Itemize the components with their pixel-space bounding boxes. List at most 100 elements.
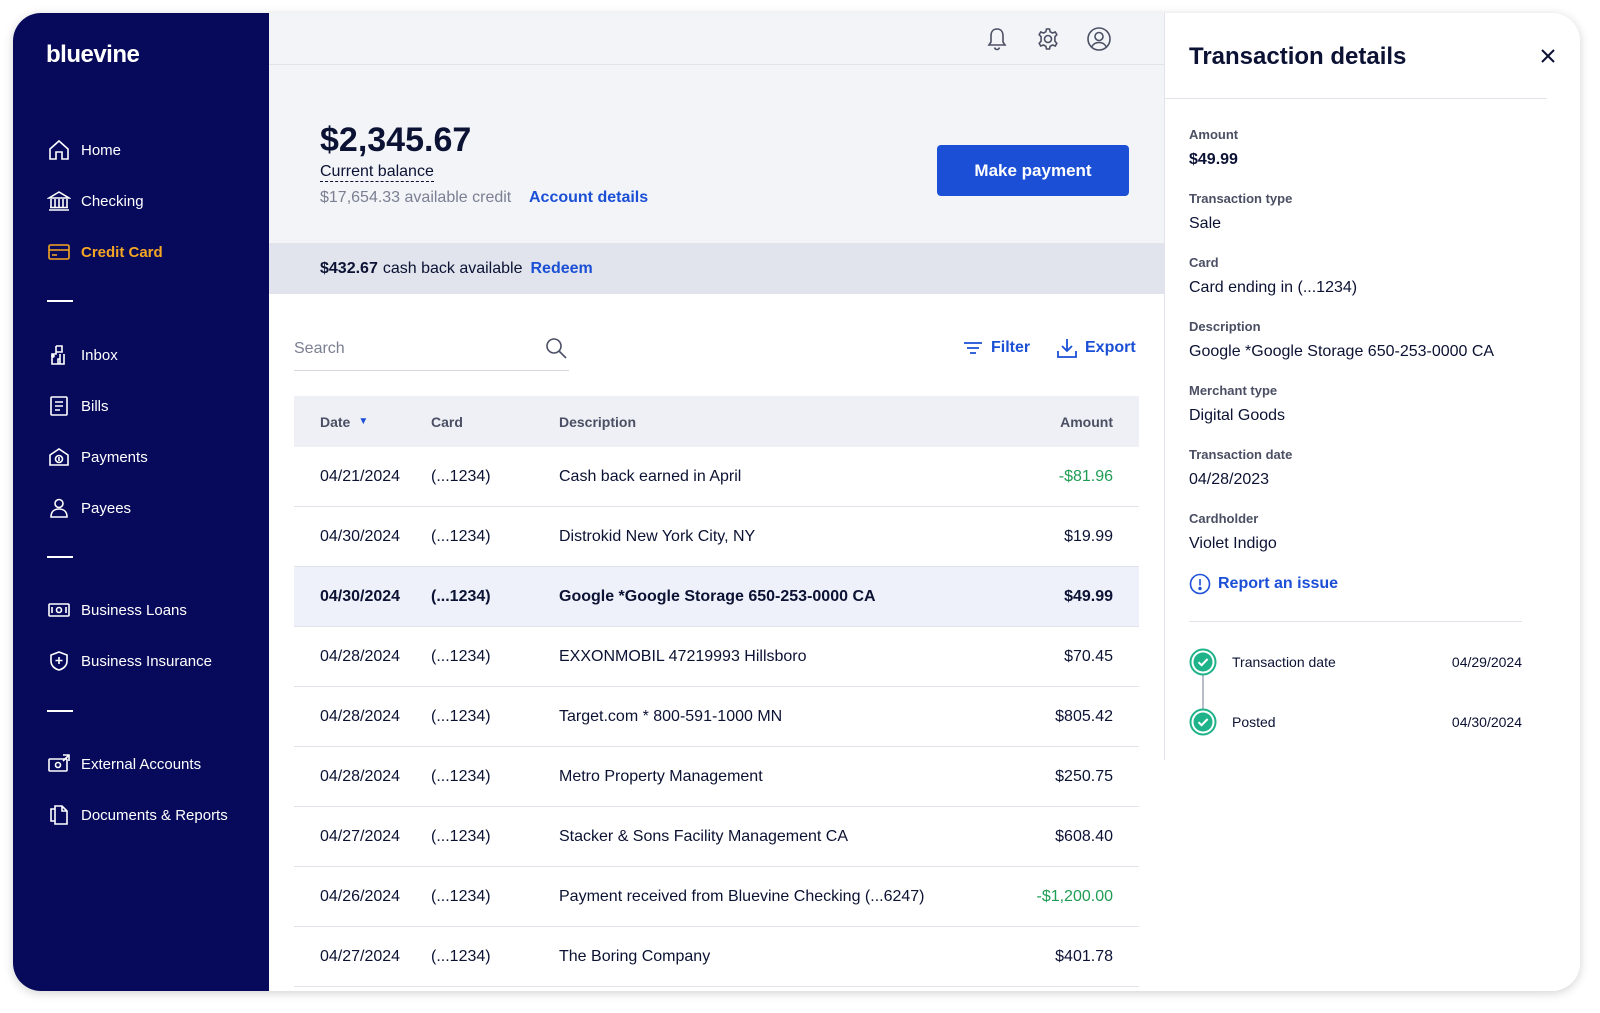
bluevine-logo[interactable]: bluevine	[46, 41, 140, 69]
make-payment-button[interactable]: Make payment	[937, 145, 1129, 196]
card-label: Card	[1189, 255, 1219, 270]
transaction-type-value: Sale	[1189, 215, 1222, 232]
bill-icon	[50, 396, 68, 416]
sidebar-item-label: Checking	[81, 192, 144, 210]
divider	[1189, 621, 1522, 622]
table-row[interactable]: 04/21/2024 (...1234) Cash back earned in…	[294, 447, 1139, 507]
table-row[interactable]: 04/30/2024 (...1234) Distrokid New York …	[294, 507, 1139, 567]
bell-icon[interactable]	[983, 25, 1011, 53]
cell-description: Cash back earned in April	[559, 467, 742, 485]
cashback-amount: $432.67	[320, 259, 378, 277]
filter-button[interactable]: Filter	[961, 333, 1030, 363]
transaction-type-label: Transaction type	[1189, 191, 1293, 206]
payments-icon	[49, 448, 69, 466]
cell-card: (...1234)	[431, 587, 491, 605]
cell-date: 04/28/2024	[320, 707, 401, 725]
transaction-date-value: 04/28/2023	[1189, 471, 1270, 488]
sidebar-item-label: Bills	[81, 397, 109, 415]
table-row[interactable]: 04/28/2024 (...1234) EXXONMOBIL 47219993…	[294, 627, 1139, 687]
cell-date: 04/27/2024	[320, 947, 401, 965]
account-details-link[interactable]: Account details	[529, 189, 648, 207]
balance-summary: $2,345.67 Current balance $17,654.33 ava…	[269, 65, 1164, 243]
cell-amount: $19.99	[1064, 527, 1113, 545]
shield-icon	[50, 651, 68, 671]
cell-date: 04/27/2024	[320, 827, 401, 845]
table-row[interactable]: 04/28/2024 (...1234) Target.com * 800-59…	[294, 687, 1139, 747]
gear-icon[interactable]	[1034, 25, 1062, 53]
cell-card: (...1234)	[431, 467, 491, 485]
sidebar-item-business-insurance[interactable]: Business Insurance	[47, 646, 212, 676]
cell-amount: $70.45	[1064, 647, 1113, 665]
table-row[interactable]: 04/27/2024 (...1234) The Boring Company …	[294, 927, 1139, 987]
report-issue-label: Report an issue	[1218, 575, 1339, 592]
table-row[interactable]: 04/26/2024 (...1234) Payment received fr…	[294, 867, 1139, 927]
column-header-description: Description	[559, 413, 637, 430]
timeline-item: Posted 04/30/2024	[1189, 708, 1522, 736]
search-input[interactable]	[294, 331, 534, 367]
cell-amount: -$81.96	[1058, 467, 1113, 485]
cashback-banner: $432.67 cash back available Redeem	[269, 243, 1164, 294]
transactions-table: Date ▼ Card Description Amount 04/21/202…	[294, 396, 1139, 987]
report-issue-link[interactable]: Report an issue	[1189, 573, 1338, 595]
cell-card: (...1234)	[431, 647, 491, 665]
cell-description: Stacker & Sons Facility Management CA	[559, 827, 849, 845]
cell-card: (...1234)	[431, 827, 491, 845]
sidebar-item-credit-card[interactable]: Credit Card	[47, 237, 163, 267]
sidebar-item-label: Home	[81, 141, 122, 159]
current-balance-label[interactable]: Current balance	[320, 163, 434, 182]
timeline-label: Posted	[1232, 714, 1276, 730]
sidebar-item-bills[interactable]: Bills	[47, 391, 109, 421]
cell-date: 04/28/2024	[320, 767, 401, 785]
sidebar-item-payees[interactable]: Payees	[47, 493, 131, 523]
merchant-type-label: Merchant type	[1189, 383, 1278, 398]
table-row-selected[interactable]: 04/30/2024 (...1234) Google *Google Stor…	[294, 567, 1139, 627]
nav-divider	[47, 710, 73, 712]
sidebar-item-label: Payments	[81, 448, 148, 466]
sidebar-item-payments[interactable]: Payments	[47, 442, 148, 472]
nav-divider	[47, 556, 73, 558]
panel-divider	[1164, 13, 1165, 760]
redeem-link[interactable]: Redeem	[530, 260, 592, 278]
cell-date: 04/21/2024	[320, 467, 401, 485]
sidebar-item-business-loans[interactable]: Business Loans	[47, 595, 187, 625]
cell-description: The Boring Company	[559, 947, 711, 965]
person-icon	[50, 498, 68, 518]
close-icon[interactable]	[1538, 46, 1558, 66]
sidebar-item-label: Business Loans	[81, 601, 187, 619]
top-bar	[269, 13, 1164, 65]
check-circle-icon	[1189, 648, 1217, 676]
sidebar-item-checking[interactable]: Checking	[47, 186, 144, 216]
cell-description: Metro Property Management	[559, 767, 763, 785]
cell-date: 04/30/2024	[320, 527, 401, 545]
current-balance: $2,345.67	[320, 121, 472, 159]
cell-card: (...1234)	[431, 527, 491, 545]
export-button[interactable]: Export	[1055, 333, 1136, 363]
filter-label: Filter	[991, 339, 1031, 356]
timeline-label: Transaction date	[1232, 654, 1336, 670]
cell-card: (...1234)	[431, 947, 491, 965]
sidebar-item-documents-reports[interactable]: Documents & Reports	[47, 800, 228, 830]
cell-date: 04/26/2024	[320, 887, 401, 905]
cardholder-value: Violet Indigo	[1189, 535, 1277, 552]
sidebar-item-inbox[interactable]: Inbox	[47, 340, 118, 370]
available-credit: $17,654.33 available credit	[320, 189, 512, 206]
sidebar-item-label: Credit Card	[81, 243, 163, 261]
search-box	[294, 331, 569, 371]
search-icon[interactable]	[543, 335, 569, 361]
cell-amount: -$1,200.00	[1036, 887, 1113, 905]
cell-card: (...1234)	[431, 767, 491, 785]
sidebar-item-external-accounts[interactable]: External Accounts	[47, 749, 201, 779]
table-row[interactable]: 04/28/2024 (...1234) Metro Property Mana…	[294, 747, 1139, 807]
inbox-icon	[51, 345, 65, 365]
sidebar-item-home[interactable]: Home	[47, 135, 121, 165]
sidebar-item-label: Documents & Reports	[81, 806, 228, 824]
cell-amount: $608.40	[1055, 827, 1113, 845]
column-header-date[interactable]: Date ▼	[294, 414, 431, 430]
amount-label: Amount	[1189, 127, 1239, 142]
transaction-details-panel: Transaction details Amount $49.99 Transa…	[1164, 13, 1580, 991]
app-window: bluevine Home Checking Credit Card Inbox…	[13, 13, 1580, 991]
panel-title: Transaction details	[1189, 43, 1407, 70]
user-icon[interactable]	[1085, 25, 1113, 53]
table-row[interactable]: 04/27/2024 (...1234) Stacker & Sons Faci…	[294, 807, 1139, 867]
main-content: $2,345.67 Current balance $17,654.33 ava…	[269, 13, 1164, 991]
